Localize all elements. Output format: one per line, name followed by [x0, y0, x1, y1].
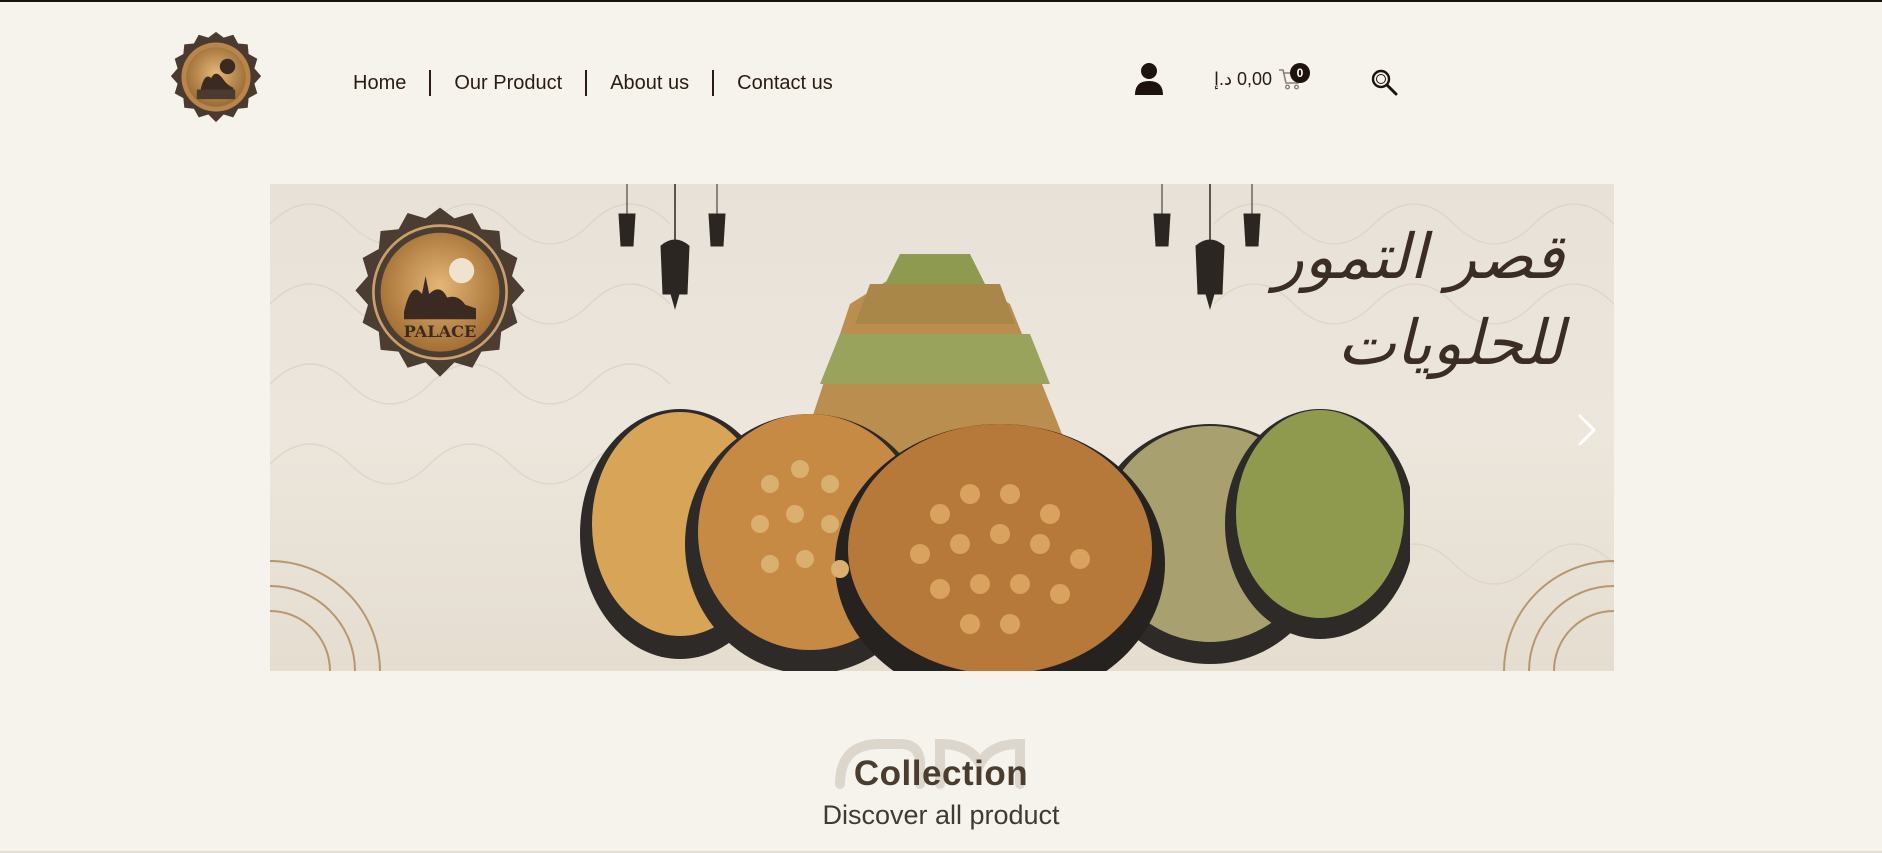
hero-logo-badge: PALACE — [350, 204, 530, 384]
hero-next-arrow-icon[interactable] — [1572, 410, 1600, 450]
hero-arabic-title: قصر التمور للحلويات — [1254, 214, 1564, 386]
nav-home[interactable]: Home — [330, 72, 429, 95]
user-icon[interactable] — [1134, 62, 1164, 96]
hero-arabic-line-2: للحلويات — [1337, 306, 1564, 379]
cart-button[interactable]: 0,00 د.إ — [1214, 68, 1303, 90]
cart-amount: 0,00 د.إ — [1214, 68, 1273, 89]
site-logo[interactable] — [168, 30, 264, 126]
collection-title: Collection — [853, 754, 1029, 793]
collection-subtitle: Discover all product — [822, 800, 1060, 830]
hero-arabic-line-1: قصر التمور — [1274, 220, 1564, 293]
hero-logo-text: PALACE — [404, 322, 477, 341]
nav-about-us[interactable]: About us — [587, 72, 712, 95]
hero-banner[interactable]: PALACE قصر التمور للحلويات — [270, 184, 1614, 671]
nav-our-product[interactable]: Our Product — [431, 72, 585, 95]
nav-contact-us[interactable]: Contact us — [714, 72, 856, 95]
cart-count-badge: 0 — [1290, 63, 1310, 83]
main-nav: Home Our Product About us Contact us — [330, 68, 856, 98]
search-icon[interactable] — [1370, 68, 1398, 96]
